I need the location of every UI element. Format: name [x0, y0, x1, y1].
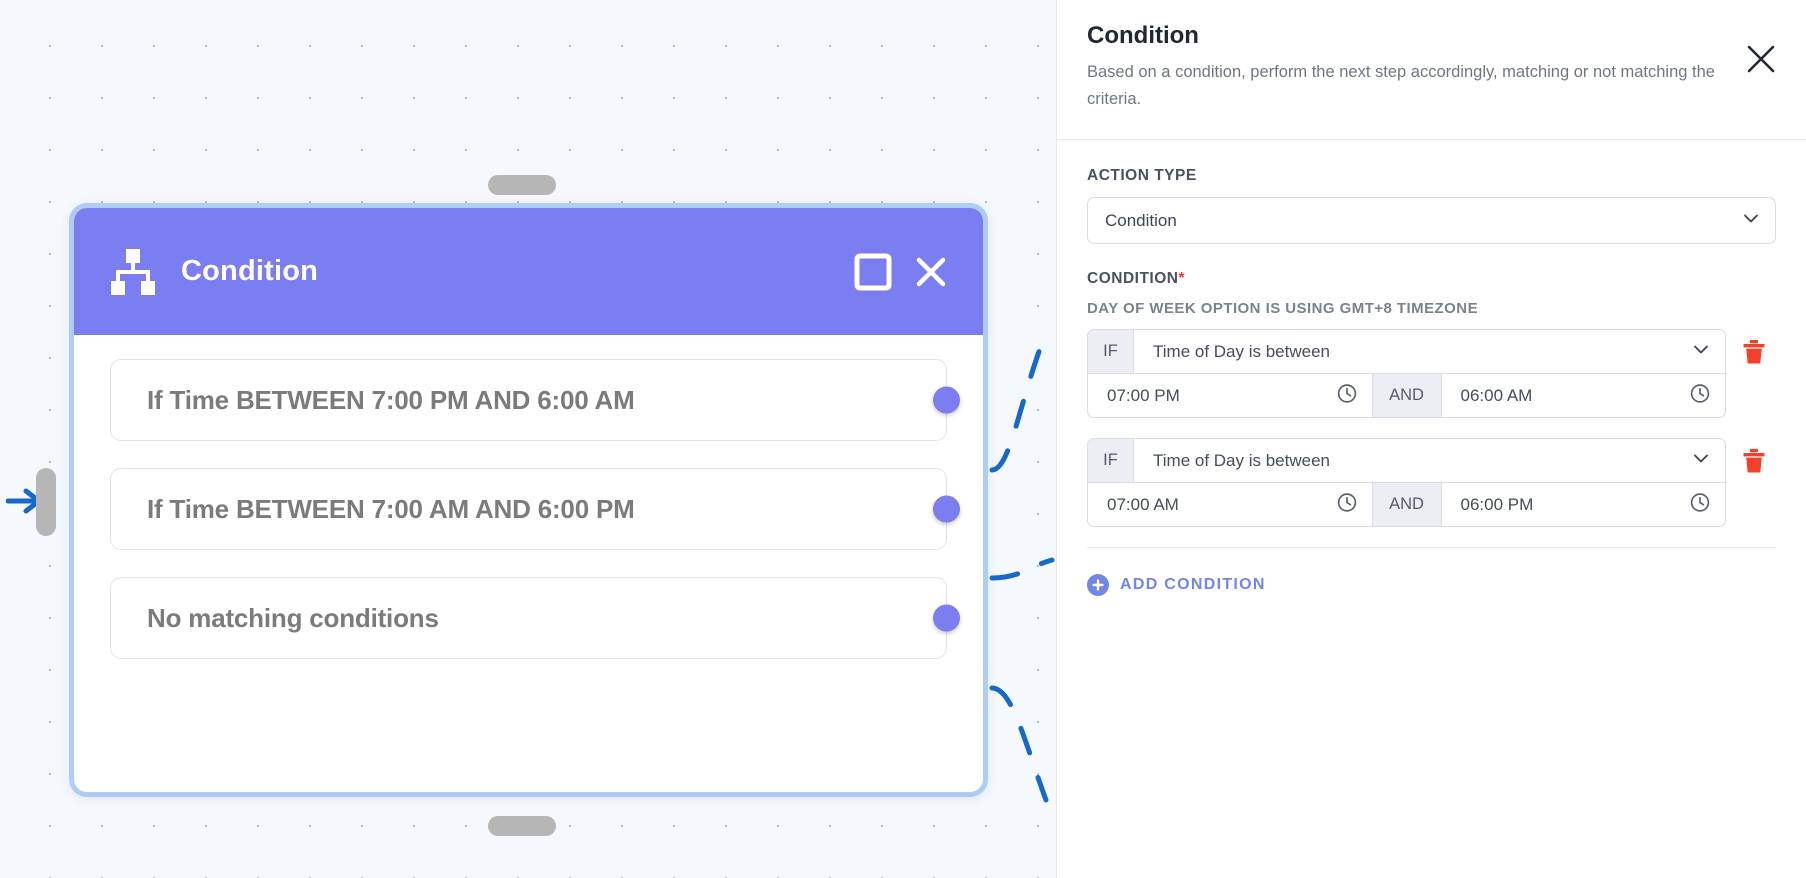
branch-label: If Time BETWEEN 7:00 PM AND 6:00 AM — [147, 384, 635, 415]
add-condition-button[interactable]: Add Condition — [1087, 574, 1266, 597]
panel-description: Based on a condition, perform the next s… — [1087, 63, 1715, 109]
condition-row: IF Time of Day is between — [1087, 438, 1776, 528]
branch-row[interactable]: No matching conditions — [110, 577, 960, 659]
condition-time-line: 07:00 PM AND 06:00 AM — [1087, 374, 1726, 419]
time-from-value: 07:00 PM — [1107, 385, 1180, 405]
node-header: Condition — [74, 208, 983, 335]
panel-title: Condition — [1087, 22, 1199, 49]
condition-label: Condition* — [1087, 270, 1776, 288]
condition-operator-line: IF Time of Day is between — [1087, 438, 1726, 484]
flow-canvas[interactable]: Condition If Time BETWEEN 7:00 PM AND 6:… — [0, 0, 1056, 878]
clock-icon[interactable] — [1336, 491, 1358, 518]
time-from-input[interactable]: 07:00 PM — [1088, 374, 1372, 417]
delete-condition-button[interactable] — [1732, 329, 1776, 374]
chevron-down-icon — [1741, 208, 1761, 233]
condition-operator-select[interactable]: Time of Day is between — [1134, 330, 1725, 373]
plus-icon — [1087, 574, 1109, 597]
condition-operator-select[interactable]: Time of Day is between — [1134, 439, 1725, 482]
condition-operator-value: Time of Day is between — [1153, 341, 1330, 361]
and-tag: AND — [1371, 483, 1442, 527]
time-to-input[interactable]: 06:00 AM — [1442, 374, 1726, 417]
branch-label: If Time BETWEEN 7:00 AM AND 6:00 PM — [147, 493, 635, 524]
time-to-input[interactable]: 06:00 PM — [1442, 483, 1726, 526]
panel-header: Condition Based on a condition, perform … — [1057, 0, 1806, 141]
node-body: If Time BETWEEN 7:00 PM AND 6:00 AM If T… — [74, 335, 983, 659]
panel-divider — [1087, 547, 1776, 549]
details-panel: Condition Based on a condition, perform … — [1056, 0, 1806, 878]
app-root: Condition If Time BETWEEN 7:00 PM AND 6:… — [0, 0, 1806, 878]
branch-row[interactable]: If Time BETWEEN 7:00 PM AND 6:00 AM — [110, 359, 960, 441]
time-from-value: 07:00 AM — [1107, 494, 1179, 514]
bottom-handle[interactable] — [488, 816, 556, 836]
chevron-down-icon — [1691, 448, 1711, 473]
time-from-input[interactable]: 07:00 AM — [1088, 483, 1372, 526]
if-tag: IF — [1088, 439, 1134, 483]
branch-label: No matching conditions — [147, 602, 439, 633]
if-tag: IF — [1088, 330, 1134, 374]
branch-row[interactable]: If Time BETWEEN 7:00 AM AND 6:00 PM — [110, 468, 960, 550]
condition-fields: IF Time of Day is between — [1087, 329, 1726, 419]
top-handle[interactable] — [488, 175, 556, 195]
maximize-icon[interactable] — [853, 252, 893, 292]
clock-icon[interactable] — [1689, 491, 1711, 518]
condition-label-text: Condition — [1087, 270, 1179, 288]
panel-body: Action Type Condition Condition* Day of … — [1057, 140, 1806, 597]
condition-operator-line: IF Time of Day is between — [1087, 329, 1726, 375]
node-title: Condition — [181, 255, 319, 287]
condition-time-line: 07:00 AM AND 06:00 PM — [1087, 483, 1726, 528]
action-type-value: Condition — [1105, 210, 1177, 230]
action-type-label: Action Type — [1087, 167, 1197, 185]
condition-line: IF Time of Day is between — [1087, 329, 1776, 419]
close-icon[interactable] — [913, 254, 949, 290]
condition-fields: IF Time of Day is between — [1087, 438, 1726, 528]
action-type-select[interactable]: Condition — [1087, 197, 1776, 245]
branch-output-port[interactable] — [933, 495, 960, 523]
add-condition-label: Add Condition — [1120, 576, 1266, 594]
required-asterisk: * — [1178, 270, 1186, 288]
delete-condition-button[interactable] — [1732, 438, 1776, 483]
branch-output-port[interactable] — [933, 386, 960, 414]
clock-icon[interactable] — [1336, 382, 1358, 409]
input-handle[interactable] — [36, 468, 56, 536]
time-to-value: 06:00 AM — [1460, 385, 1533, 405]
condition-row: IF Time of Day is between — [1087, 329, 1776, 419]
time-to-value: 06:00 PM — [1460, 494, 1534, 514]
and-tag: AND — [1371, 374, 1442, 418]
panel-close-icon[interactable] — [1744, 42, 1778, 76]
condition-operator-value: Time of Day is between — [1153, 450, 1330, 470]
chevron-down-icon — [1691, 339, 1711, 364]
branch-output-port[interactable] — [933, 604, 960, 632]
clock-icon[interactable] — [1689, 382, 1711, 409]
timezone-note: Day of week option is using GMT+8 timezo… — [1087, 300, 1479, 318]
condition-node[interactable]: Condition If Time BETWEEN 7:00 PM AND 6:… — [69, 203, 988, 797]
sitemap-icon — [107, 246, 159, 298]
condition-line: IF Time of Day is between — [1087, 438, 1776, 528]
